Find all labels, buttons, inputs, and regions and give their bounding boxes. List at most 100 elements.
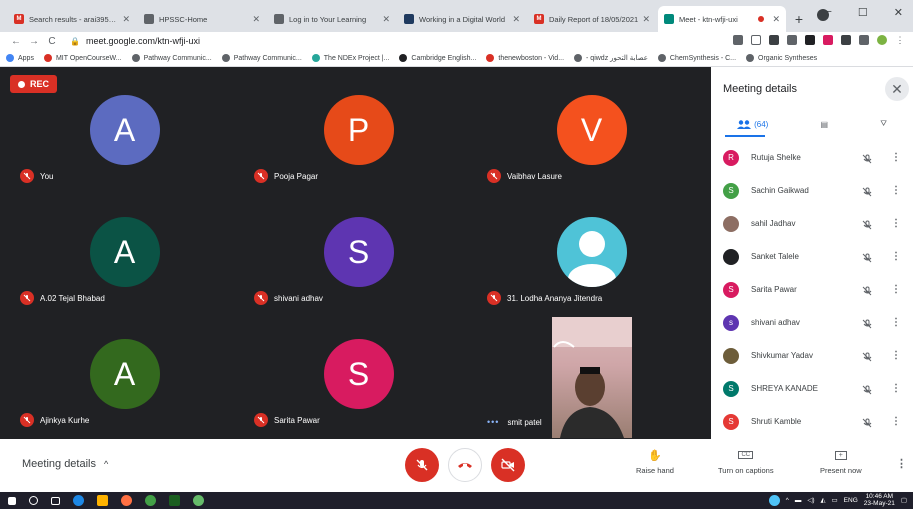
star-icon[interactable] [751, 35, 761, 45]
menu-icon[interactable]: ⋮ [895, 35, 905, 45]
present-now-button[interactable]: + Present now [820, 447, 862, 475]
browser-tab[interactable]: Meet - ktn-wfji-uxi ✕ [658, 6, 786, 32]
bookmark-item[interactable]: ChemSynthesis - C... [657, 54, 736, 62]
more-options-icon[interactable]: ⋮ [891, 152, 901, 163]
participant-tile[interactable]: P Pooja Pagar [242, 69, 475, 191]
participant-tile[interactable]: V Vaibhav Lasure [475, 69, 708, 191]
participant-tile[interactable]: A A.02 Tejal Bhabad [8, 191, 241, 313]
participant-row[interactable]: Sanket Talele ⋮ [711, 240, 913, 273]
firefox-icon[interactable] [121, 495, 132, 506]
tab-activities[interactable]: ⛛ [880, 119, 887, 129]
raise-hand-button[interactable]: ✋ Raise hand [636, 447, 674, 476]
extension-icon[interactable] [823, 35, 833, 45]
task-view-icon[interactable] [51, 496, 60, 505]
participant-row[interactable]: Shivkumar Yadav ⋮ [711, 339, 913, 372]
tray-chevron-icon[interactable]: ^ [786, 497, 789, 504]
search-icon[interactable] [29, 496, 38, 505]
address-bar[interactable]: 🔒 meet.google.com/ktn-wfji-uxi [70, 36, 200, 46]
participant-tile[interactable]: Sshivani adhav [242, 191, 475, 313]
bookmark-item[interactable]: thenewboston - Vid... [486, 54, 564, 62]
tab-close-icon[interactable]: ✕ [642, 14, 650, 25]
tray-app-icon[interactable] [768, 494, 780, 506]
language-indicator[interactable]: ENG [844, 497, 858, 504]
back-icon[interactable]: ← [8, 36, 24, 47]
battery-icon[interactable]: ▬ [795, 497, 802, 504]
captions-button[interactable]: CC Turn on captions [718, 447, 774, 475]
participant-tile[interactable]: S Sarita Pawar [242, 313, 475, 435]
more-options-icon[interactable]: ⋮ [896, 457, 907, 470]
extension-icon[interactable] [841, 35, 851, 45]
browser-tab[interactable]: HPSSC-Home ✕ [138, 6, 266, 32]
more-options-icon[interactable]: ⋮ [891, 350, 901, 361]
bookmark-item[interactable]: - qiwdz عصابة التحور [574, 54, 648, 62]
mic-button[interactable] [405, 448, 439, 482]
participant-row[interactable]: S Sachin Gaikwad ⋮ [711, 174, 913, 207]
tab-people[interactable]: (64) [737, 120, 768, 129]
browser-tab[interactable]: M Daily Report of 18/05/2021 ✕ [528, 6, 656, 32]
tab-close-icon[interactable]: ✕ [512, 14, 520, 25]
clock[interactable]: 10:46 AM 23-May-21 [864, 493, 895, 507]
new-tab-button[interactable]: + [788, 6, 810, 32]
more-options-icon[interactable]: ⋮ [891, 383, 901, 394]
windows-start-icon[interactable] [8, 496, 16, 505]
avatar[interactable] [877, 35, 887, 45]
notifications-icon[interactable]: ▢ [901, 496, 907, 504]
wifi-icon[interactable]: ◭ [821, 496, 826, 504]
extension-icon[interactable] [769, 35, 779, 45]
more-options-icon[interactable]: ⋮ [891, 317, 901, 328]
more-options-icon[interactable]: ⋮ [891, 251, 901, 262]
extension-icon[interactable] [805, 35, 815, 45]
browser-tab[interactable]: Log in to Your Learning ✕ [268, 6, 396, 32]
participant-row[interactable]: s shivani adhav ⋮ [711, 306, 913, 339]
participant-row[interactable]: S Sarita Pawar ⋮ [711, 273, 913, 306]
window-close-icon[interactable]: ✕ [894, 6, 903, 19]
puzzle-icon[interactable] [859, 35, 869, 45]
bookmark-item[interactable]: Cambridge English... [399, 54, 476, 62]
meeting-controls-bar: Meeting details ^ ✋ Raise hand CC Turn o… [0, 439, 913, 492]
maximize-icon[interactable]: ☐ [858, 6, 868, 19]
default-user-icon [567, 231, 616, 287]
minimize-icon[interactable]: − [825, 6, 831, 19]
participant-tile[interactable]: A You [8, 69, 241, 191]
bookmark-item[interactable]: The NDEx Project |... [311, 54, 389, 62]
browser-tab[interactable]: Working in a Digital World ✕ [398, 6, 526, 32]
bookmark-item[interactable]: Pathway Communic... [221, 54, 302, 62]
url-text[interactable]: meet.google.com/ktn-wfji-uxi [86, 36, 200, 46]
volume-icon[interactable]: ◁) [807, 496, 814, 504]
more-options-icon[interactable]: ⋮ [891, 416, 901, 427]
bookmark-item[interactable]: Organic Syntheses [746, 54, 817, 62]
tab-close-icon[interactable]: ✕ [122, 14, 130, 25]
app-icon[interactable] [193, 495, 204, 506]
browser-tab[interactable]: M Search results - arai3954@ ✕ [8, 6, 136, 32]
reload-icon[interactable]: C [44, 36, 60, 47]
tab-close-icon[interactable]: ✕ [382, 14, 390, 25]
avatar: S [323, 339, 394, 409]
participant-row[interactable]: R Rutuja Shelke ⋮ [711, 141, 913, 174]
tab-close-icon[interactable]: ✕ [252, 14, 260, 25]
keyboard-icon[interactable]: ▭ [832, 496, 838, 504]
edge-icon[interactable] [73, 495, 84, 506]
leave-call-button[interactable] [448, 448, 482, 482]
meeting-details-toggle[interactable]: Meeting details ^ [22, 458, 108, 470]
more-options-icon[interactable]: ⋮ [891, 218, 901, 229]
extension-icon[interactable] [787, 35, 797, 45]
camera-button[interactable] [491, 448, 525, 482]
participant-row[interactable]: sahil Jadhav ⋮ [711, 207, 913, 240]
bookmark-item[interactable]: Apps [6, 54, 34, 62]
more-options-icon[interactable]: ⋮ [891, 284, 901, 295]
tab-chat[interactable]: ▤ [820, 120, 828, 129]
more-options-icon[interactable]: ⋮ [891, 185, 901, 196]
excel-icon[interactable] [169, 495, 180, 506]
tab-close-icon[interactable]: ✕ [772, 14, 780, 25]
close-icon[interactable]: ✕ [885, 77, 909, 101]
participant-row[interactable]: S SHREYA KANADE ⋮ [711, 372, 913, 405]
camera-icon[interactable] [733, 35, 743, 45]
participant-tile[interactable]: A Ajinkya Kurhe [8, 313, 241, 435]
file-explorer-icon[interactable] [97, 495, 108, 506]
bookmark-item[interactable]: MIT OpenCourseW... [43, 54, 122, 62]
bookmark-item[interactable]: Pathway Communic... [131, 54, 212, 62]
forward-icon[interactable]: → [26, 36, 42, 47]
chrome-icon[interactable] [145, 495, 156, 506]
participant-row[interactable]: S Shruti Kamble ⋮ [711, 405, 913, 438]
participant-tile[interactable]: 31. Lodha Ananya Jitendra [475, 191, 708, 313]
